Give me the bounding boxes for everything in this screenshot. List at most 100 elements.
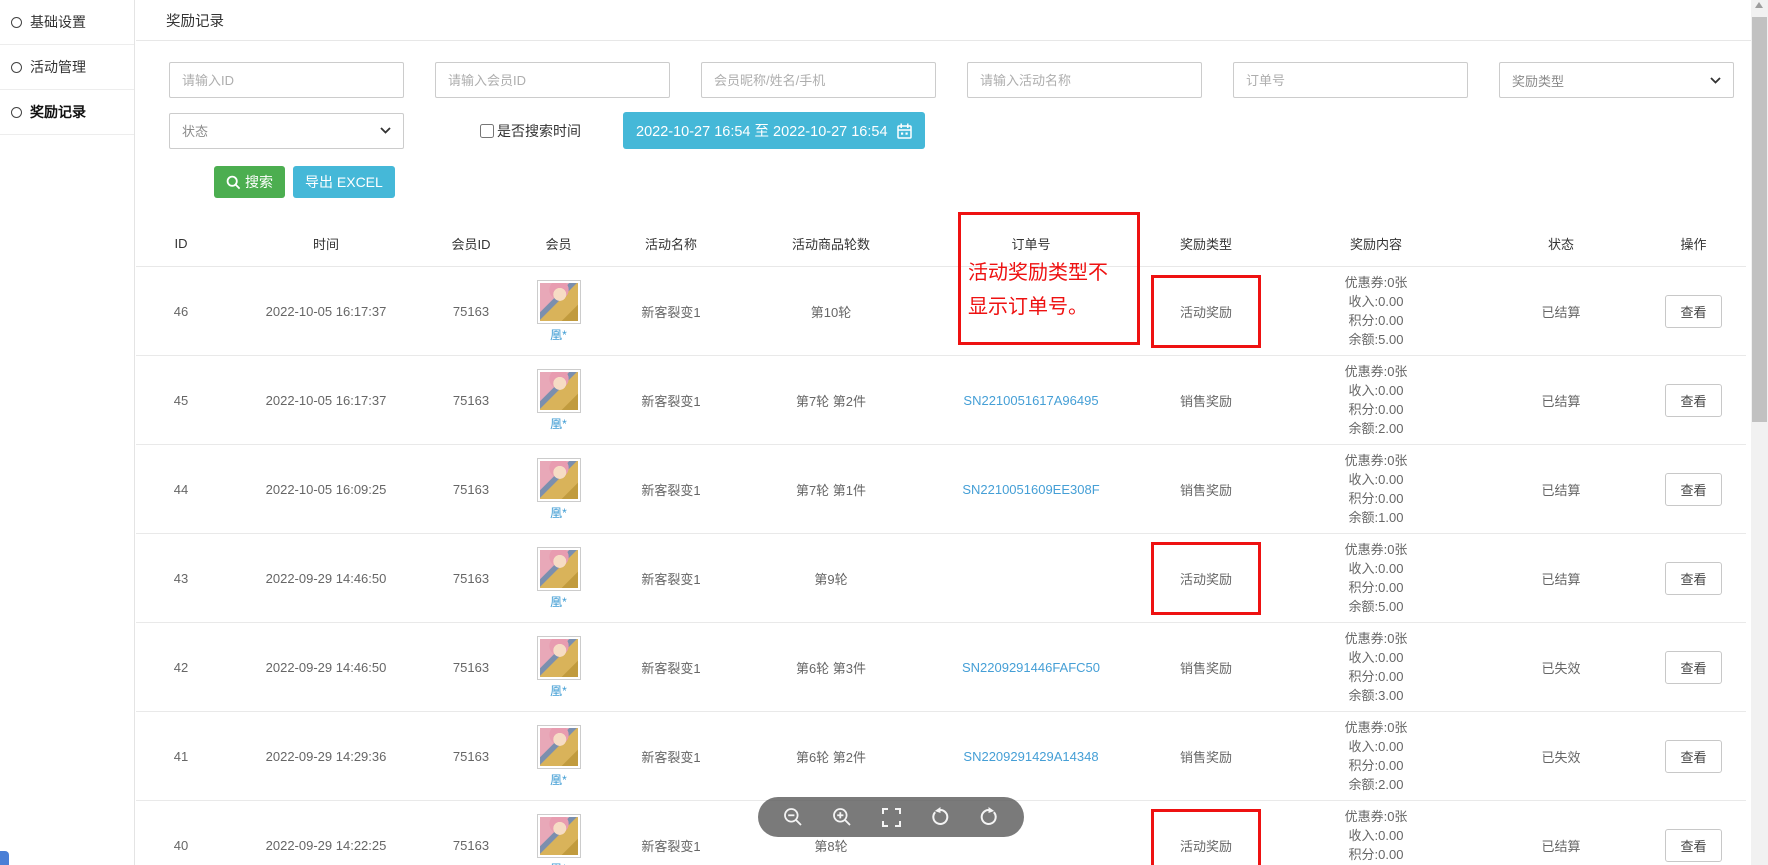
reward-type-select[interactable]: 奖励类型: [1499, 62, 1734, 98]
avatar-image: [540, 550, 578, 588]
cell-member-id: 75163: [426, 623, 516, 712]
member-nickname-link[interactable]: 凰*: [550, 326, 567, 343]
table-body: 46 2022-10-05 16:17:37 75163 凰* 新客裂变1 第1…: [136, 267, 1746, 865]
search-button[interactable]: 搜索: [214, 166, 285, 198]
cell-order[interactable]: SN2209291446FAFC50: [921, 623, 1141, 712]
cell-member-id: 75163: [426, 801, 516, 865]
member-nickname-link[interactable]: 凰*: [550, 504, 567, 521]
search-time-checkbox[interactable]: [480, 124, 494, 138]
id-input[interactable]: [169, 62, 404, 98]
cell-reward-type: 活动奖励: [1141, 801, 1271, 865]
cell-actions: 查看: [1641, 356, 1746, 445]
cell-order: [921, 267, 1141, 356]
zoom-in-icon[interactable]: [831, 806, 853, 828]
reward-records-table: ID 时间 会员ID 会员 活动名称 活动商品轮数 订单号 奖励类型 奖励内容 …: [136, 224, 1746, 865]
reward-type-box: 活动奖励: [1151, 275, 1261, 348]
cell-order: [921, 534, 1141, 623]
col-header-reward-type: 奖励类型: [1141, 224, 1271, 267]
activity-name-input[interactable]: [967, 62, 1202, 98]
cell-reward-type: 活动奖励: [1141, 534, 1271, 623]
cell-round: 第10轮: [741, 267, 921, 356]
member-avatar[interactable]: [537, 547, 581, 591]
status-select[interactable]: 状态: [169, 113, 404, 149]
cell-actions: 查看: [1641, 801, 1746, 865]
member-avatar[interactable]: [537, 636, 581, 680]
member-avatar[interactable]: [537, 814, 581, 858]
cell-id: 42: [136, 623, 226, 712]
cell-member: 凰*: [516, 712, 601, 801]
cell-reward-type: 活动奖励: [1141, 267, 1271, 356]
member-avatar[interactable]: [537, 458, 581, 502]
avatar-image: [540, 461, 578, 499]
fullscreen-icon[interactable]: [880, 806, 902, 828]
member-nickname-link[interactable]: 凰*: [550, 771, 567, 788]
sidebar-item-basic-settings[interactable]: 基础设置: [0, 0, 134, 45]
cell-activity: 新客裂变1: [601, 712, 741, 801]
member-id-input[interactable]: [435, 62, 670, 98]
view-button[interactable]: 查看: [1665, 473, 1721, 506]
cell-activity: 新客裂变1: [601, 623, 741, 712]
table-row: 41 2022-09-29 14:29:36 75163 凰* 新客裂变1 第6…: [136, 712, 1746, 801]
reward-lines: 优惠券:0张收入:0.00积分:0.00余额:2.00: [1271, 718, 1481, 794]
cell-order[interactable]: SN2210051609EE308F: [921, 445, 1141, 534]
member-nickname-link[interactable]: 凰*: [550, 860, 567, 865]
reward-lines: 优惠券:0张收入:0.00积分:0.00余额:5.00: [1271, 273, 1481, 349]
cell-round: 第7轮 第1件: [741, 445, 921, 534]
search-time-label: 是否搜索时间: [497, 121, 581, 141]
cell-order[interactable]: SN2209291429A14348: [921, 712, 1141, 801]
member-nickname-link[interactable]: 凰*: [550, 593, 567, 610]
cell-order[interactable]: SN2210051617A96495: [921, 356, 1141, 445]
rotate-right-icon[interactable]: [978, 806, 1000, 828]
cell-actions: 查看: [1641, 623, 1746, 712]
avatar-image: [540, 817, 578, 855]
view-button[interactable]: 查看: [1665, 651, 1721, 684]
member-avatar[interactable]: [537, 280, 581, 324]
cell-member: 凰*: [516, 801, 601, 865]
date-range-text: 2022-10-27 16:54 至 2022-10-27 16:54: [636, 120, 888, 141]
main-content: 奖励记录 奖励类型 状态 是否搜索时间 2022-10-27 16:: [136, 0, 1751, 865]
cell-round: 第6轮 第2件: [741, 712, 921, 801]
cell-member: 凰*: [516, 356, 601, 445]
view-button[interactable]: 查看: [1665, 740, 1721, 773]
circle-icon: [11, 107, 22, 118]
cell-status: 已失效: [1481, 712, 1641, 801]
search-icon: [226, 175, 241, 190]
cell-reward-content: 优惠券:0张收入:0.00积分:0.00余额:5.00: [1271, 801, 1481, 865]
table-row: 45 2022-10-05 16:17:37 75163 凰* 新客裂变1 第7…: [136, 356, 1746, 445]
view-button[interactable]: 查看: [1665, 562, 1721, 595]
view-button[interactable]: 查看: [1665, 829, 1721, 862]
cell-time: 2022-10-05 16:17:37: [226, 356, 426, 445]
view-button[interactable]: 查看: [1665, 295, 1721, 328]
sidebar-item-activity-management[interactable]: 活动管理: [0, 45, 134, 90]
cell-member: 凰*: [516, 267, 601, 356]
scrollbar-thumb[interactable]: [1752, 17, 1767, 422]
order-no-input[interactable]: [1233, 62, 1468, 98]
circle-icon: [11, 62, 22, 73]
cell-round: 第6轮 第3件: [741, 623, 921, 712]
member-avatar[interactable]: [537, 369, 581, 413]
member-nickname-link[interactable]: 凰*: [550, 682, 567, 699]
col-header-member: 会员: [516, 224, 601, 267]
sidebar-item-reward-records[interactable]: 奖励记录: [0, 90, 134, 135]
date-range-button[interactable]: 2022-10-27 16:54 至 2022-10-27 16:54: [623, 112, 925, 149]
filter-row-2: 状态 是否搜索时间 2022-10-27 16:54 至 2022-10-27 …: [169, 112, 1751, 149]
cell-actions: 查看: [1641, 445, 1746, 534]
filter-row-1: 奖励类型: [169, 62, 1751, 98]
rotate-left-icon[interactable]: [929, 806, 951, 828]
status-select-value: 状态: [182, 121, 208, 140]
cell-member-id: 75163: [426, 712, 516, 801]
table-row: 43 2022-09-29 14:46:50 75163 凰* 新客裂变1 第9…: [136, 534, 1746, 623]
member-nickname-link[interactable]: 凰*: [550, 415, 567, 432]
col-header-id: ID: [136, 224, 226, 267]
table-row: 44 2022-10-05 16:09:25 75163 凰* 新客裂变1 第7…: [136, 445, 1746, 534]
cell-reward-content: 优惠券:0张收入:0.00积分:0.00余额:5.00: [1271, 534, 1481, 623]
cell-id: 46: [136, 267, 226, 356]
member-name-input[interactable]: [701, 62, 936, 98]
vertical-scrollbar[interactable]: [1751, 0, 1768, 865]
member-avatar[interactable]: [537, 725, 581, 769]
avatar-image: [540, 283, 578, 321]
export-excel-button[interactable]: 导出 EXCEL: [293, 166, 395, 198]
view-button[interactable]: 查看: [1665, 384, 1721, 417]
zoom-out-icon[interactable]: [782, 806, 804, 828]
scroll-up-arrow-icon[interactable]: [1755, 2, 1763, 8]
